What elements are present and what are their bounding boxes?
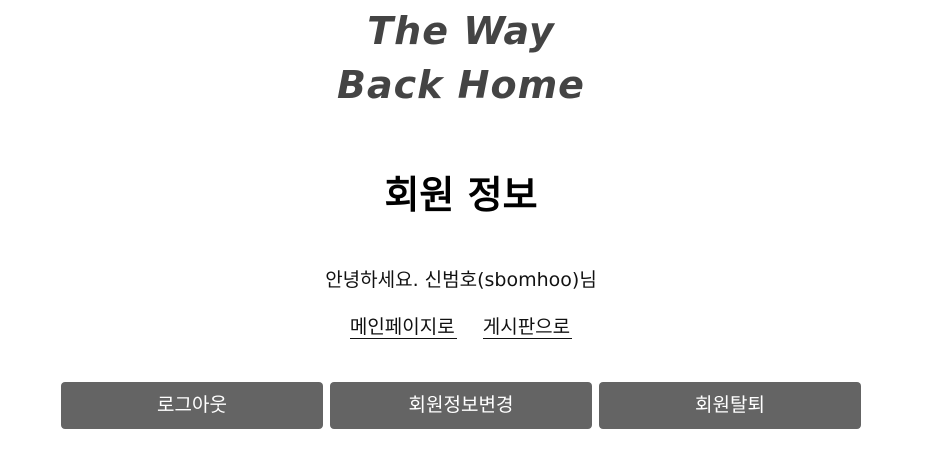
nav-links: 메인페이지로 게시판으로 [0,313,922,341]
main-page-link[interactable]: 메인페이지로 [349,316,457,339]
edit-profile-button[interactable]: 회원정보변경 [330,382,592,429]
site-logo[interactable]: The Way Back Home [0,4,922,112]
logout-button[interactable]: 로그아웃 [61,382,323,429]
withdraw-button[interactable]: 회원탈퇴 [599,382,861,429]
page-title: 회원 정보 [384,173,538,217]
action-buttons: 로그아웃 회원정보변경 회원탈퇴 [61,382,861,429]
logo-line-2: Back Home [337,63,585,107]
greeting-text: 안녕하세요. 신범호(sbomhoo)님 [325,269,597,291]
logo-line-1: The Way [367,9,555,53]
board-link[interactable]: 게시판으로 [482,316,573,339]
